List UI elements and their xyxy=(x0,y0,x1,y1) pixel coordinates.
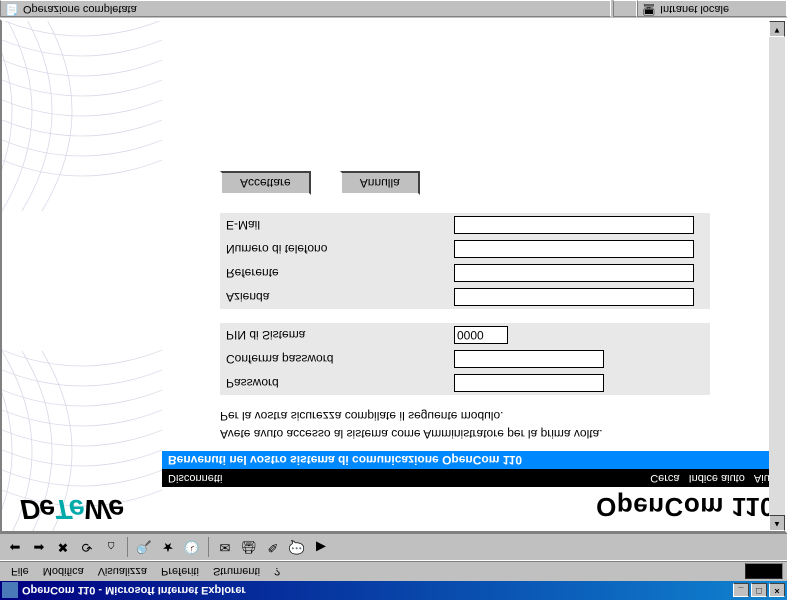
zone-text: Intranet locale xyxy=(660,3,729,15)
print-button[interactable]: 🖨 xyxy=(238,536,260,558)
menu-favorites[interactable]: Preferiti xyxy=(154,564,206,580)
search-button[interactable]: 🔍 xyxy=(133,536,155,558)
contact-label: Referente xyxy=(220,261,452,285)
status-pane-mid xyxy=(613,1,637,18)
intro-line1: Avete avuto accesso al sistema come Ammi… xyxy=(220,427,769,441)
status-text: Operazione completata xyxy=(23,3,137,15)
pin-label: PIN di Sistema xyxy=(220,323,452,347)
status-pane-main: 📄 Operazione completata xyxy=(0,1,611,18)
button-row: Accettare Annulla xyxy=(220,171,769,195)
product-name: OpenCom 110 xyxy=(596,492,775,523)
windows-logo-icon xyxy=(745,564,783,580)
disconnect-link[interactable]: Disconnetti xyxy=(168,472,222,484)
separator xyxy=(208,537,209,557)
home-button[interactable]: ⌂ xyxy=(100,536,122,558)
contact-input[interactable] xyxy=(454,264,694,282)
intro-line2: Per la vostra sicurezza compilate il seg… xyxy=(220,409,769,423)
window-titlebar: OpenCom 110 - Microsoft Internet Explore… xyxy=(0,581,787,600)
menu-help[interactable]: ? xyxy=(267,564,287,580)
phone-input[interactable] xyxy=(454,240,694,258)
done-icon: 📄 xyxy=(5,2,19,16)
maximize-button[interactable]: □ xyxy=(751,584,767,598)
password-input[interactable] xyxy=(454,374,604,392)
discuss-button[interactable]: 💬 xyxy=(286,536,308,558)
menu-view[interactable]: Visualizza xyxy=(91,564,154,580)
row-contact: Referente xyxy=(220,261,710,285)
nav-bar: Disconnetti Cerca Indice aiuto Aiuto xyxy=(162,469,785,487)
company-label: Azienda xyxy=(220,285,452,309)
phone-label: Numero di telefono xyxy=(220,237,452,261)
edit-button[interactable]: ✎ xyxy=(262,536,284,558)
form-table: Password Conferma password PIN di Sistem… xyxy=(220,213,710,395)
status-bar: 📄 Operazione completata 🖥 Intranet local… xyxy=(0,0,787,19)
email-label: E-Mail xyxy=(220,213,452,237)
email-input[interactable] xyxy=(454,216,694,234)
row-email: E-Mail xyxy=(220,213,710,237)
row-password: Password xyxy=(220,371,710,395)
main-pane: OpenCom 110 Disconnetti Cerca Indice aiu… xyxy=(162,21,785,531)
close-button[interactable]: × xyxy=(769,584,785,598)
background-pattern xyxy=(2,21,162,531)
separator xyxy=(127,537,128,557)
menu-file[interactable]: File xyxy=(4,564,36,580)
vertical-scrollbar[interactable]: ▲ ▼ xyxy=(769,21,785,531)
scroll-down-button[interactable]: ▼ xyxy=(769,21,785,37)
confirm-label: Conferma password xyxy=(220,347,452,371)
row-phone: Numero di telefono xyxy=(220,237,710,261)
password-label: Password xyxy=(220,371,452,395)
scroll-up-button[interactable]: ▲ xyxy=(769,515,785,531)
menu-bar: File Modifica Visualizza Preferiti Strum… xyxy=(0,561,787,581)
minimize-button[interactable]: _ xyxy=(733,584,749,598)
window-title: OpenCom 110 - Microsoft Internet Explore… xyxy=(22,585,731,597)
forward-button[interactable]: ➡ xyxy=(28,536,50,558)
status-pane-zone: 🖥 Intranet locale xyxy=(637,1,787,18)
back-button[interactable]: ⬅ xyxy=(4,536,26,558)
menu-edit[interactable]: Modifica xyxy=(36,564,91,580)
detewe-logo: DeTeWe xyxy=(20,493,123,525)
favorites-button[interactable]: ★ xyxy=(157,536,179,558)
system-pin-input[interactable] xyxy=(454,326,508,344)
row-pin: PIN di Sistema xyxy=(220,323,710,347)
form-area: Avete avuto accesso al sistema come Ammi… xyxy=(162,161,785,451)
app-icon xyxy=(2,583,18,599)
company-input[interactable] xyxy=(454,288,694,306)
stop-button[interactable]: ✖ xyxy=(52,536,74,558)
row-company: Azienda xyxy=(220,285,710,309)
zone-icon: 🖥 xyxy=(642,2,656,16)
confirm-password-input[interactable] xyxy=(454,350,604,368)
row-confirm: Conferma password xyxy=(220,347,710,371)
content-area: DeTeWe OpenCom 110 Disconnetti Cerca Ind… xyxy=(0,19,787,533)
menu-tools[interactable]: Strumenti xyxy=(206,564,267,580)
cancel-button[interactable]: Annulla xyxy=(340,171,420,195)
history-button[interactable]: 🕓 xyxy=(181,536,203,558)
refresh-button[interactable]: ⟳ xyxy=(76,536,98,558)
help-index-link[interactable]: Indice aiuto xyxy=(689,472,745,484)
brand-row: OpenCom 110 xyxy=(162,487,785,531)
welcome-banner: Benvenuti nel vostro sistema di comunica… xyxy=(162,451,785,469)
sidebar-decorative: DeTeWe xyxy=(2,21,162,531)
accept-button[interactable]: Accettare xyxy=(220,171,311,195)
realplayer-button[interactable]: ▶ xyxy=(310,536,332,558)
search-link[interactable]: Cerca xyxy=(650,472,679,484)
toolbar: ⬅ ➡ ✖ ⟳ ⌂ 🔍 ★ 🕓 ✉ 🖨 ✎ 💬 ▶ xyxy=(0,533,787,561)
mail-button[interactable]: ✉ xyxy=(214,536,236,558)
